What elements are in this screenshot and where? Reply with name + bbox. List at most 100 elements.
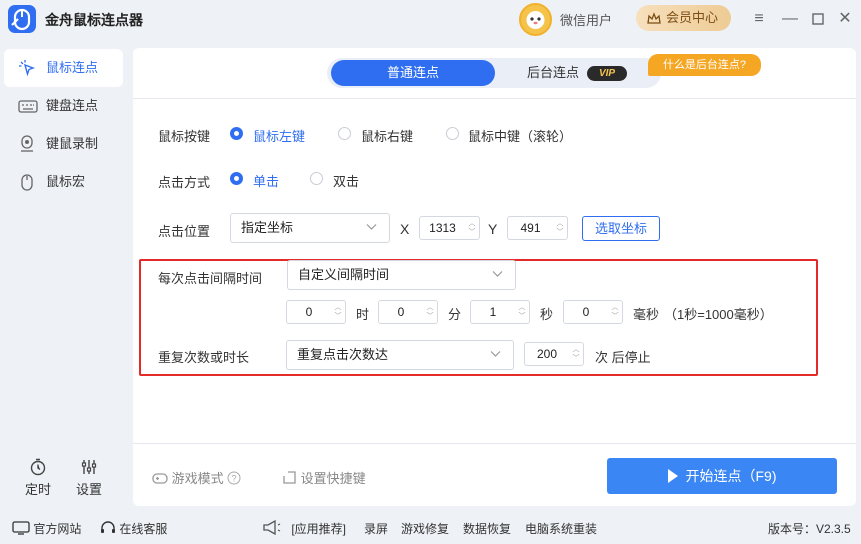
interval-note: （1秒=1000毫秒） bbox=[664, 307, 773, 322]
online-support-link[interactable]: 在线客服 bbox=[100, 520, 167, 537]
sidebar-item-mouse-click[interactable]: 鼠标连点 bbox=[4, 49, 123, 87]
what-is-background-link[interactable]: 什么是后台连点? bbox=[648, 54, 761, 76]
spinner-arrows-icon[interactable]: ︿ ﹀ bbox=[556, 219, 564, 237]
sidebar-item-label: 鼠标宏 bbox=[46, 174, 86, 189]
help-icon[interactable]: ? bbox=[227, 471, 241, 485]
click-icon bbox=[19, 60, 35, 77]
spinner-arrows-icon[interactable]: ︿ ﹀ bbox=[468, 219, 476, 237]
single-click-label[interactable]: 单击 bbox=[253, 171, 279, 190]
x-coordinate-input[interactable]: 1313 ︿ ﹀ bbox=[419, 216, 480, 240]
y-value: 491 bbox=[520, 221, 541, 235]
user-name[interactable]: 微信用户 bbox=[560, 10, 612, 29]
click-position-label: 点击位置 bbox=[158, 224, 211, 239]
pick-coordinate-button[interactable]: 选取坐标 bbox=[582, 216, 660, 241]
interval-label: 每次点击间隔时间 bbox=[158, 271, 263, 286]
chevron-down-icon bbox=[366, 224, 377, 230]
start-click-button[interactable]: 开始连点（F9) bbox=[607, 458, 837, 494]
sidebar-item-keyboard-click[interactable]: 键盘连点 bbox=[4, 87, 123, 125]
headset-icon bbox=[101, 521, 115, 533]
sliders-icon bbox=[81, 460, 97, 474]
repeat-suffix: 次 后停止 bbox=[595, 350, 651, 365]
footer-link-game-repair[interactable]: 游戏修复 bbox=[401, 520, 449, 537]
interval-type-select[interactable]: 自定义间隔时间 bbox=[287, 260, 516, 290]
vip-center-button[interactable]: 会员中心 bbox=[636, 5, 731, 31]
seconds-input[interactable]: 1 ︿ ﹀ bbox=[470, 300, 530, 324]
tab-background-click[interactable]: 后台连点 bbox=[527, 60, 579, 86]
close-icon[interactable]: ✕ bbox=[835, 9, 855, 29]
svg-text:?: ? bbox=[232, 474, 237, 484]
vip-center-label: 会员中心 bbox=[666, 10, 719, 25]
megaphone-icon bbox=[263, 519, 281, 536]
double-click-radio[interactable] bbox=[310, 172, 323, 185]
double-click-label[interactable]: 双击 bbox=[333, 171, 359, 190]
vip-badge: VIP bbox=[587, 66, 627, 81]
monitor-icon bbox=[12, 521, 30, 535]
seconds-unit: 秒 bbox=[540, 307, 554, 322]
official-website-link[interactable]: 官方网站 bbox=[12, 520, 81, 537]
hours-input[interactable]: 0 ︿ ﹀ bbox=[286, 300, 346, 324]
sidebar-item-macro[interactable]: 鼠标宏 bbox=[4, 163, 123, 201]
hotkey-settings-button[interactable]: 设置快捷键 bbox=[282, 468, 366, 487]
timer-button[interactable]: 定时 bbox=[18, 458, 58, 498]
repeat-count-value: 200 bbox=[536, 347, 558, 361]
middle-button-radio[interactable] bbox=[446, 127, 459, 140]
position-type-value: 指定坐标 bbox=[241, 220, 294, 235]
app-recommend: [应用推荐] bbox=[262, 519, 346, 537]
position-type-select[interactable]: 指定坐标 bbox=[230, 213, 390, 243]
spinner-arrows-icon[interactable]: ︿ ﹀ bbox=[334, 303, 342, 321]
timer-label: 定时 bbox=[24, 482, 51, 497]
sidebar-item-record[interactable]: 键鼠录制 bbox=[4, 125, 123, 163]
play-icon bbox=[667, 469, 678, 483]
clock-icon bbox=[30, 458, 46, 476]
footer-link-system-reinstall[interactable]: 电脑系统重装 bbox=[525, 520, 597, 537]
hotkey-icon bbox=[283, 471, 296, 484]
minimize-icon[interactable]: — bbox=[780, 9, 800, 29]
right-button-radio[interactable] bbox=[338, 127, 351, 140]
maximize-icon[interactable] bbox=[808, 9, 828, 29]
left-button-radio[interactable] bbox=[230, 127, 243, 140]
repeat-type-select[interactable]: 重复点击次数达 bbox=[286, 340, 514, 370]
y-label: Y bbox=[488, 221, 498, 237]
support-label: 在线客服 bbox=[119, 522, 168, 536]
milliseconds-value: 0 bbox=[582, 305, 590, 319]
minutes-input[interactable]: 0 ︿ ﹀ bbox=[378, 300, 438, 324]
spinner-arrows-icon[interactable]: ︿ ﹀ bbox=[611, 303, 619, 321]
right-button-label[interactable]: 鼠标右键 bbox=[361, 126, 413, 145]
milliseconds-unit: 毫秒 bbox=[633, 307, 660, 322]
chevron-down-icon bbox=[492, 271, 503, 277]
footer-link-screen-record[interactable]: 录屏 bbox=[364, 520, 388, 537]
milliseconds-input[interactable]: 0 ︿ ﹀ bbox=[563, 300, 623, 324]
app-logo-icon bbox=[8, 5, 36, 33]
menu-icon[interactable]: ≡ bbox=[749, 9, 769, 29]
sidebar-item-label: 鼠标连点 bbox=[46, 60, 99, 75]
footer-link-data-recovery[interactable]: 数据恢复 bbox=[463, 520, 511, 537]
y-coordinate-input[interactable]: 491 ︿ ﹀ bbox=[507, 216, 568, 240]
spinner-arrows-icon[interactable]: ︿ ﹀ bbox=[572, 345, 580, 363]
interval-type-value: 自定义间隔时间 bbox=[298, 267, 390, 282]
middle-button-label[interactable]: 鼠标中键（滚轮） bbox=[468, 126, 572, 145]
crown-icon bbox=[646, 10, 662, 36]
minutes-value: 0 bbox=[397, 305, 405, 319]
settings-button[interactable]: 设置 bbox=[69, 458, 109, 498]
keyboard-icon bbox=[18, 100, 38, 113]
seconds-value: 1 bbox=[489, 305, 497, 319]
app-title: 金舟鼠标连点器 bbox=[45, 12, 143, 28]
spinner-arrows-icon[interactable]: ︿ ﹀ bbox=[518, 303, 526, 321]
sidebar-item-label: 键盘连点 bbox=[46, 98, 99, 113]
game-mode-label: 游戏模式 bbox=[171, 471, 224, 486]
chevron-down-icon bbox=[490, 351, 501, 357]
game-mode-toggle[interactable]: 游戏模式 ? bbox=[152, 468, 241, 487]
sidebar-item-label: 键鼠录制 bbox=[46, 136, 99, 151]
user-avatar[interactable] bbox=[519, 3, 552, 36]
repeat-count-input[interactable]: 200 ︿ ﹀ bbox=[524, 342, 584, 366]
settings-label: 设置 bbox=[75, 482, 102, 497]
mouse-icon bbox=[21, 174, 33, 191]
hotkey-label: 设置快捷键 bbox=[300, 471, 366, 486]
spinner-arrows-icon[interactable]: ︿ ﹀ bbox=[426, 303, 434, 321]
click-mode-label: 点击方式 bbox=[158, 175, 211, 190]
single-click-radio[interactable] bbox=[230, 172, 243, 185]
hours-value: 0 bbox=[305, 305, 313, 319]
tab-normal-click[interactable]: 普通连点 bbox=[331, 60, 495, 86]
left-button-label[interactable]: 鼠标左键 bbox=[253, 126, 305, 145]
record-icon bbox=[21, 135, 33, 152]
